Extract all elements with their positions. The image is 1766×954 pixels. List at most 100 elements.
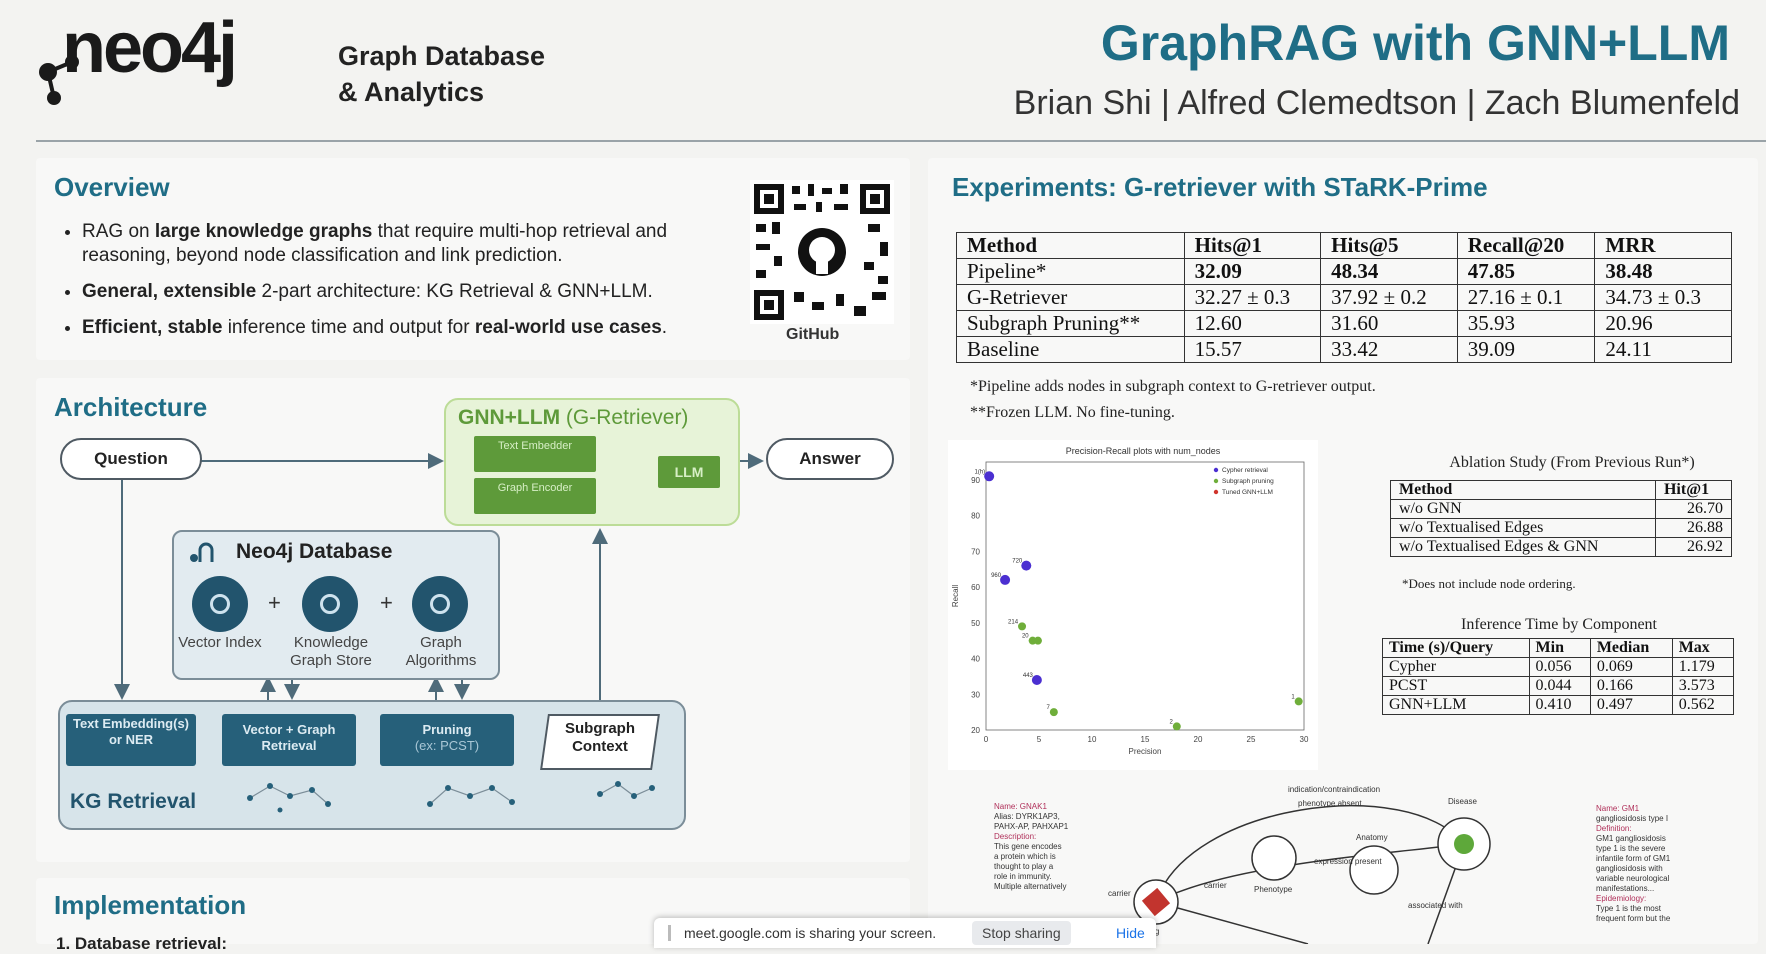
- kg-node-label: Anatomy: [1356, 833, 1388, 842]
- data-point: [1000, 574, 1011, 585]
- kg-snippet-right-text: Name: GM1 gangliosidosis type I Definiti…: [1596, 804, 1716, 924]
- table-header-row: Time (s)/Query Min Median Max: [1382, 638, 1735, 658]
- data-point: [984, 471, 995, 482]
- subgraph-context-label: Subgraph Context: [565, 720, 635, 755]
- drag-handle-icon[interactable]: [668, 925, 671, 941]
- experiments-panel: Experiments: G-retriever with STaRK-Prim…: [928, 158, 1758, 944]
- table-cell: Subgraph Pruning**: [956, 310, 1185, 337]
- data-point: [1172, 722, 1181, 731]
- phenotype-node-icon: [1251, 835, 1297, 881]
- table-header-cell: Median: [1589, 638, 1673, 658]
- table-cell: 1.179: [1671, 657, 1735, 677]
- data-point-label: 720: [1012, 559, 1023, 565]
- kg-text-line: role in immunity.: [994, 872, 1052, 881]
- graph-algorithms-icon: [412, 576, 468, 632]
- table-row: w/o GNN 26.70: [1390, 499, 1733, 519]
- github-label: GitHub: [786, 326, 840, 343]
- table-row: G-Retriever 32.27 ± 0.3 37.92 ± 0.2 27.1…: [956, 284, 1732, 311]
- kg-edge-label: carrier: [1108, 889, 1131, 898]
- table-cell: 0.056: [1528, 657, 1591, 677]
- table-cell: 0.069: [1589, 657, 1673, 677]
- ablation-title: Ablation Study (From Previous Run*): [1449, 454, 1695, 471]
- table-cell: 0.410: [1528, 695, 1591, 715]
- table-cell: 0.497: [1589, 695, 1673, 715]
- logo-subtitle-line1: Graph Database: [338, 41, 546, 71]
- table-header-cell: Time (s)/Query: [1382, 638, 1530, 658]
- kg-text-line: GM1 gangliosidosis: [1596, 834, 1666, 843]
- table-header-cell: Recall@20: [1456, 232, 1596, 259]
- table-row: Cypher 0.056 0.069 1.179: [1382, 657, 1735, 677]
- kg-text-line: variable neurological: [1596, 874, 1670, 883]
- table-cell: 26.92: [1654, 537, 1733, 557]
- data-point-label: 1(h): [975, 469, 986, 475]
- answer-node: Answer: [766, 438, 894, 480]
- header-divider: [36, 140, 1766, 142]
- table-cell: 39.09: [1456, 336, 1596, 363]
- neo4j-database-box: Neo4j Database + + Vector Index Knowledg…: [172, 530, 500, 680]
- text-embedding-box: Text Embedding(s) or NER: [66, 714, 196, 766]
- overview-bullet: Efficient, stable inference time and out…: [82, 316, 742, 340]
- vector-index-label: Vector Index: [178, 634, 262, 651]
- legend-marker: [1213, 489, 1219, 495]
- x-tick-label: 30: [1300, 735, 1309, 744]
- table-cell: 33.42: [1320, 336, 1458, 363]
- kg-text-line: a protein which is: [994, 852, 1056, 861]
- data-point: [1033, 636, 1042, 645]
- legend-label: Tuned GNN+LLM: [1222, 489, 1273, 496]
- table-cell: PCST: [1382, 676, 1530, 696]
- table-cell: 26.88: [1654, 518, 1733, 538]
- kg-text-line: type 1 is the severe: [1596, 844, 1666, 853]
- table-footnote: **Frozen LLM. No fine-tuning.: [970, 404, 1175, 421]
- table-header-cell: Max: [1671, 638, 1735, 658]
- data-point: [1294, 697, 1303, 706]
- table-cell: 27.16 ± 0.1: [1456, 284, 1596, 311]
- data-point: [1021, 560, 1032, 571]
- kg-text-line: Description:: [994, 832, 1037, 841]
- data-point: [1018, 622, 1027, 631]
- overview-bullets: RAG on large knowledge graphs that requi…: [56, 220, 742, 352]
- subgraph-mini-graph-icon: [247, 781, 655, 813]
- text-embedder-box: Text Embedder: [474, 436, 596, 472]
- table-cell: 3.573: [1671, 676, 1735, 696]
- hide-button[interactable]: Hide: [1116, 925, 1145, 941]
- data-point: [1049, 708, 1058, 717]
- kg-text-line: Name: GNAK1: [994, 802, 1047, 811]
- ablation-table: Method Hit@1 w/o GNN 26.70 w/o Textualised…: [1390, 480, 1733, 557]
- kg-text-line: frequent form but the: [1596, 914, 1671, 923]
- x-tick-label: 20: [1194, 735, 1203, 744]
- y-tick-label: 40: [971, 655, 980, 664]
- vector-index-icon: [192, 576, 248, 632]
- gnn-llm-title: GNN+LLM (G-Retriever): [458, 406, 689, 429]
- y-axis-label: Recall: [951, 585, 960, 607]
- y-tick-label: 50: [971, 619, 980, 628]
- overview-bullet: RAG on large knowledge graphs that requi…: [82, 220, 742, 268]
- inference-table: Time (s)/Query Min Median Max Cypher 0.056 0.…: [1382, 638, 1735, 715]
- implementation-item: 1. Database retrieval:: [56, 934, 228, 953]
- table-cell: G-Retriever: [956, 284, 1185, 311]
- legend-marker: [1213, 478, 1219, 484]
- gnn-llm-box: GNN+LLM (G-Retriever) Text Embedder Grap…: [444, 398, 740, 526]
- table-cell: 12.60: [1183, 310, 1322, 337]
- table-header-row: Method Hit@1: [1390, 480, 1733, 500]
- table-header-cell: Method: [1390, 480, 1656, 500]
- stop-sharing-button[interactable]: Stop sharing: [972, 921, 1071, 945]
- kg-text-line: This gene encodes: [994, 842, 1062, 851]
- kg-node-label: Disease: [1448, 797, 1477, 806]
- table-header-cell: Min: [1528, 638, 1591, 658]
- kg-text-line: gangliosidosis with: [1596, 864, 1663, 873]
- logo-subtitle: Graph Database & Analytics: [338, 38, 545, 110]
- inference-title: Inference Time by Component: [1461, 616, 1657, 633]
- kg-snippet-graph: indication/contraindication phenotype ab…: [1108, 785, 1491, 944]
- table-cell: 0.044: [1528, 676, 1591, 696]
- table-cell: 35.93: [1456, 310, 1596, 337]
- x-tick-label: 25: [1247, 735, 1256, 744]
- x-tick-label: 0: [984, 735, 989, 744]
- kg-edge-label: expression present: [1314, 857, 1382, 866]
- y-tick-label: 80: [971, 512, 980, 521]
- table-cell: 34.73 ± 0.3: [1594, 284, 1732, 311]
- table-cell: GNN+LLM: [1382, 695, 1530, 715]
- table-header-cell: Hit@1: [1654, 480, 1733, 500]
- table-header-cell: MRR: [1594, 232, 1732, 259]
- github-qr-code-icon[interactable]: [750, 180, 894, 329]
- y-tick-label: 30: [971, 690, 980, 699]
